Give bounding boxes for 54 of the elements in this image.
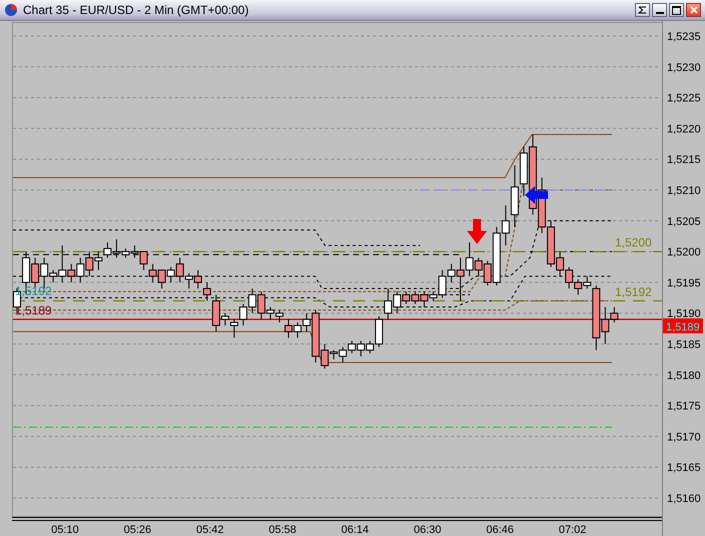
- candle: [76, 257, 84, 283]
- price-axis-label: 1,5180: [667, 370, 701, 382]
- time-axis-label: 06:14: [341, 524, 369, 536]
- price-axis-label: 1,5220: [667, 123, 701, 136]
- minimize-button[interactable]: [652, 3, 667, 17]
- price-axis-label: 1,5215: [667, 154, 701, 166]
- candle: [85, 251, 94, 277]
- candle: [574, 278, 582, 296]
- candle: [411, 291, 420, 304]
- price-axis-label: 1,5225: [667, 92, 701, 105]
- maximize-icon: [672, 6, 681, 14]
- candle: [230, 318, 238, 338]
- time-axis-label: 06:46: [486, 524, 514, 536]
- maximize-button[interactable]: [669, 3, 684, 17]
- candle: [130, 244, 139, 258]
- time-axis-label: 07:02: [558, 524, 586, 536]
- menu-button[interactable]: [635, 3, 650, 17]
- time-axis-label: 05:42: [196, 524, 224, 536]
- close-button[interactable]: [686, 3, 701, 17]
- down-arrow-icon: [467, 219, 487, 244]
- price-axis-label: 1,5200: [667, 246, 701, 259]
- price-axis-label: 1,5190: [667, 308, 701, 320]
- price-axis-label: 1,5210: [667, 185, 701, 197]
- price-axis-label: 1,5165: [667, 462, 701, 474]
- candle: [356, 340, 365, 357]
- price-axis-label: 1,5205: [667, 216, 701, 228]
- time-axis-label: 06:30: [414, 524, 442, 536]
- price-axis-label: 1,5175: [667, 400, 701, 413]
- candle: [158, 270, 166, 290]
- price-axis-label: 1,5185: [667, 339, 701, 351]
- price-axis-label: 1,5160: [667, 493, 701, 505]
- time-axis-label: 05:26: [124, 524, 152, 536]
- candle: [348, 340, 356, 354]
- price-axis-label: 1,5195: [667, 277, 701, 290]
- app-icon: [4, 3, 18, 17]
- candle: [565, 266, 574, 290]
- candle: [384, 288, 392, 320]
- candle: [94, 251, 102, 271]
- candle: [148, 263, 157, 283]
- candle: [248, 288, 256, 314]
- price-axis-label: 1,5235: [667, 31, 701, 43]
- price-level-label: 1,5192: [615, 284, 652, 299]
- candle: [294, 322, 302, 338]
- current-price-badge: 1,5189: [663, 318, 703, 334]
- price-axis-label: 1,5170: [667, 431, 701, 444]
- close-icon: [690, 6, 698, 14]
- price-level-label: 1,5200: [615, 236, 652, 250]
- left-arrow-icon: [525, 186, 548, 204]
- time-axis-label: 05:10: [51, 524, 79, 536]
- time-axis-label: 05:58: [268, 524, 296, 536]
- window-title: Chart 35 - EUR/USD - 2 Min (GMT+00:00): [23, 3, 250, 17]
- candle: [140, 251, 148, 271]
- price-axis-label: 1,5230: [667, 62, 701, 74]
- candle: [239, 303, 248, 326]
